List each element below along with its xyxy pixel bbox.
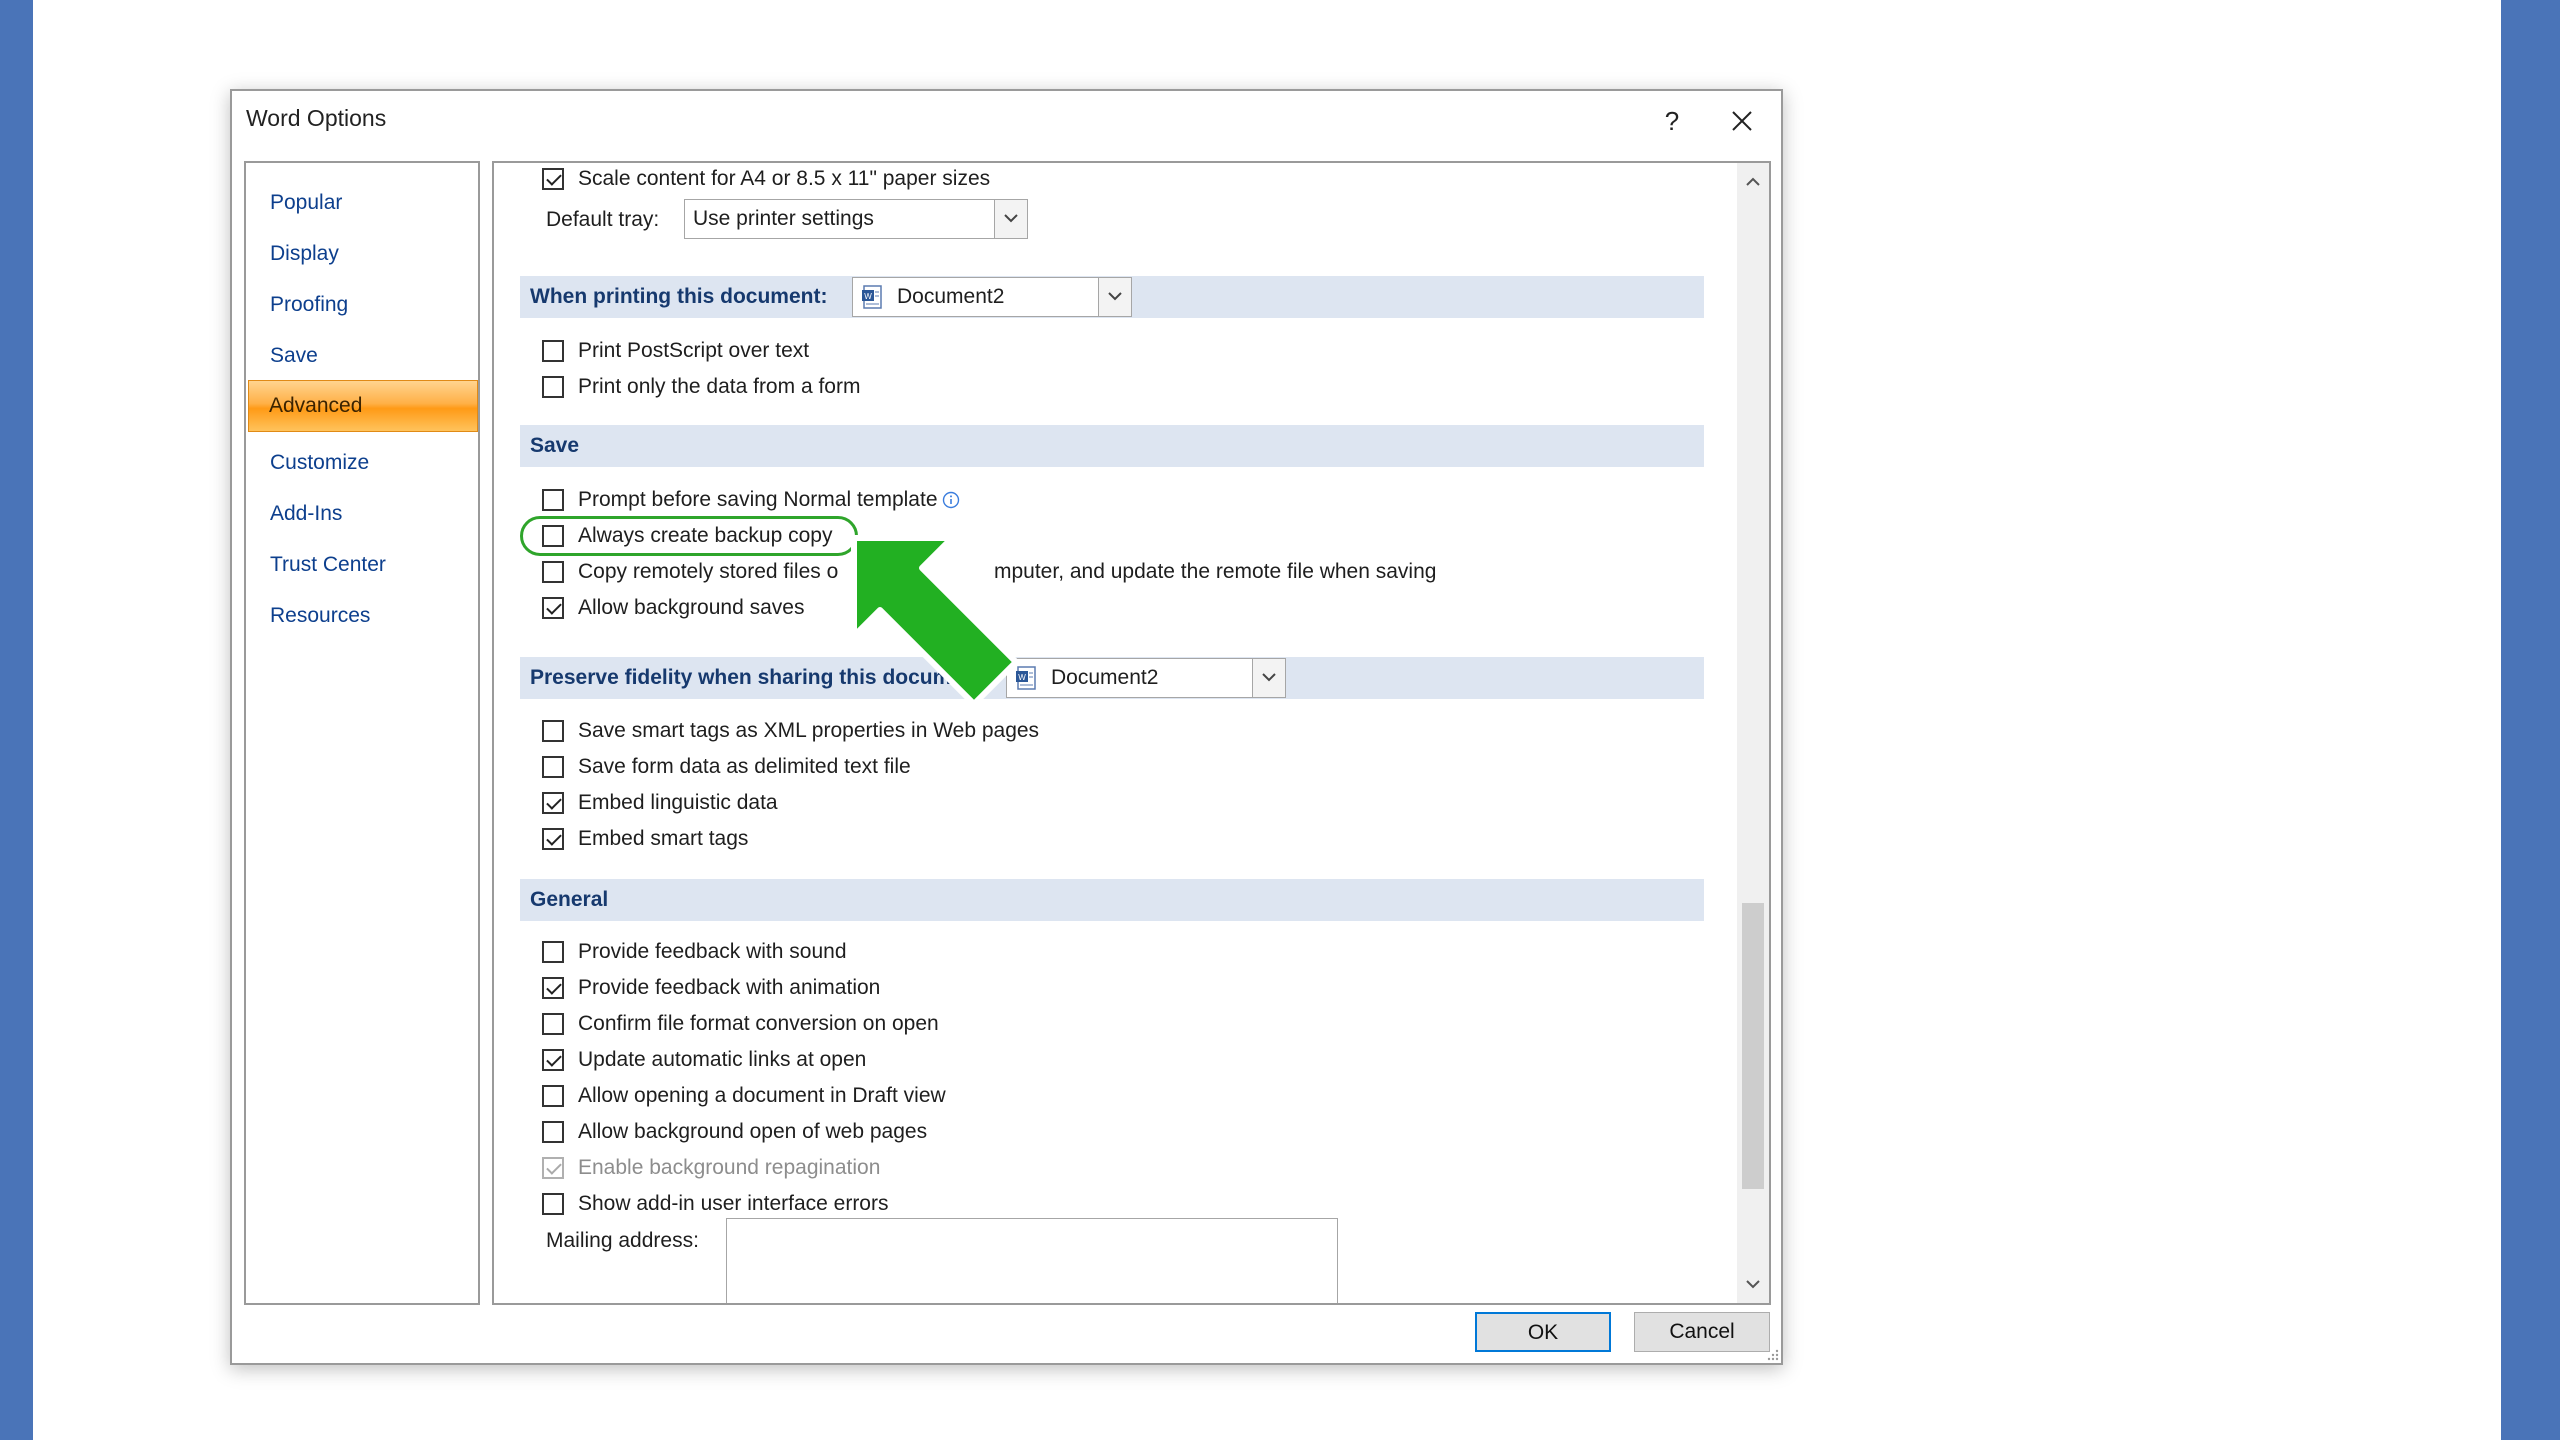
option-label: Allow background saves: [578, 596, 805, 619]
chevron-down-icon: [1252, 659, 1285, 697]
checkbox[interactable]: [542, 1193, 564, 1215]
mailing-address-input[interactable]: [726, 1218, 1338, 1303]
preserve-fidelity-document-value: Document2: [1051, 666, 1159, 689]
option-label: Print PostScript over text: [578, 339, 810, 362]
dialog-title: Word Options: [246, 105, 387, 131]
default-tray-label: Default tray:: [546, 208, 660, 231]
nav-item-display[interactable]: Display: [250, 232, 474, 276]
cancel-button[interactable]: Cancel: [1634, 1312, 1770, 1352]
option-label: Show add-in user interface errors: [578, 1192, 889, 1215]
scroll-thumb[interactable]: [1742, 903, 1764, 1189]
option-label: Print only the data from a form: [578, 375, 861, 398]
option-label: Allow background open of web pages: [578, 1120, 928, 1143]
nav-item-resources[interactable]: Resources: [250, 594, 474, 638]
when-printing-document-value: Document2: [897, 285, 1005, 308]
section-title: When printing this document:: [530, 285, 828, 308]
close-button[interactable]: [1712, 97, 1772, 145]
checkbox[interactable]: [542, 168, 564, 190]
nav-item-proofing[interactable]: Proofing: [250, 283, 474, 327]
section-general: General: [520, 879, 1704, 921]
option-label: Allow opening a document in Draft view: [578, 1084, 946, 1107]
option-label-tail: mputer, and update the remote file when …: [994, 560, 1437, 583]
preserve-fidelity-document-select[interactable]: W Document2: [1006, 658, 1286, 698]
option-label: Prompt before saving Normal template: [578, 484, 960, 516]
section-title: Save: [530, 434, 580, 457]
info-icon: [942, 492, 959, 509]
nav-item-add-ins[interactable]: Add-Ins: [250, 492, 474, 536]
resize-grip-icon[interactable]: [1765, 1347, 1779, 1361]
checkbox: [542, 1157, 564, 1179]
nav-item-trust-center[interactable]: Trust Center: [250, 543, 474, 587]
checkbox[interactable]: [542, 756, 564, 778]
option-label: Copy remotely stored files o: [578, 560, 839, 583]
checkbox[interactable]: [542, 1049, 564, 1071]
pointer-arrow-icon: [851, 535, 1019, 707]
default-tray-value: Use printer settings: [693, 207, 874, 230]
close-icon: [1732, 111, 1752, 131]
option-label: Update automatic links at open: [578, 1048, 867, 1071]
option-label: Scale content for A4 or 8.5 x 11" paper …: [578, 167, 991, 190]
scroll-down-button[interactable]: [1737, 1267, 1769, 1301]
when-printing-document-select[interactable]: W Document2: [852, 277, 1132, 317]
option-label: Embed smart tags: [578, 827, 749, 850]
svg-text:W: W: [864, 292, 872, 301]
help-button[interactable]: ?: [1642, 97, 1702, 145]
checkbox[interactable]: [542, 597, 564, 619]
chevron-down-icon: [1746, 1280, 1760, 1289]
option-label: Save smart tags as XML properties in Web…: [578, 719, 1040, 742]
option-label: Enable background repagination: [578, 1156, 881, 1179]
checkbox[interactable]: [542, 792, 564, 814]
section-title: General: [530, 888, 609, 911]
checkbox[interactable]: [542, 340, 564, 362]
scroll-up-button[interactable]: [1737, 165, 1769, 199]
mailing-address-label: Mailing address:: [546, 1229, 699, 1252]
checkbox[interactable]: [542, 561, 564, 583]
vertical-scrollbar[interactable]: [1737, 163, 1769, 1303]
checkbox[interactable]: [542, 720, 564, 742]
checkbox[interactable]: [542, 1121, 564, 1143]
checkbox[interactable]: [542, 941, 564, 963]
nav-item-save[interactable]: Save: [250, 334, 474, 378]
checkbox[interactable]: [542, 1085, 564, 1107]
checkbox[interactable]: [542, 1013, 564, 1035]
option-label: Provide feedback with animation: [578, 976, 881, 999]
word-options-dialog: Word Options ? Popular Display Proofing …: [230, 89, 1783, 1365]
ok-button[interactable]: OK: [1475, 1312, 1611, 1352]
nav-item-advanced[interactable]: Advanced: [248, 380, 478, 432]
checkbox[interactable]: [542, 489, 564, 511]
option-label: Save form data as delimited text file: [578, 755, 911, 778]
word-document-icon: W: [862, 285, 882, 309]
chevron-down-icon: [994, 200, 1027, 238]
chevron-down-icon: [1098, 278, 1131, 316]
nav-item-customize[interactable]: Customize: [250, 441, 474, 485]
options-nav: Popular Display Proofing Save Advanced C…: [244, 161, 480, 1305]
advanced-options-pane: Scale content for A4 or 8.5 x 11" paper …: [492, 161, 1771, 1305]
option-label: Embed linguistic data: [578, 791, 778, 814]
highlight-ring: [520, 516, 858, 556]
dialog-titlebar: Word Options ?: [232, 91, 1781, 149]
option-label: Confirm file format conversion on open: [578, 1012, 939, 1035]
chevron-up-icon: [1746, 177, 1760, 186]
default-tray-select[interactable]: Use printer settings: [684, 199, 1028, 239]
checkbox[interactable]: [542, 376, 564, 398]
checkbox[interactable]: [542, 977, 564, 999]
checkbox[interactable]: [542, 828, 564, 850]
option-label: Provide feedback with sound: [578, 940, 847, 963]
nav-item-popular[interactable]: Popular: [250, 181, 474, 225]
section-save: Save: [520, 425, 1704, 467]
